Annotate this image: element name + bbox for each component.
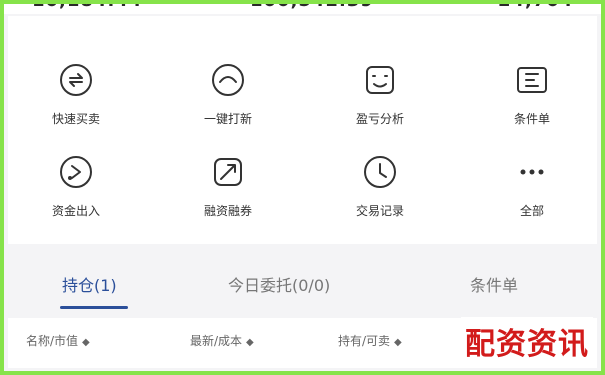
column-held-sellable-label: 持有/可卖 [338, 334, 391, 348]
tab-today-orders[interactable]: 今日委托(0/0) [228, 272, 330, 296]
grid-label-margin-trading: 融资融券 [203, 204, 252, 218]
profit-analysis-icon [360, 60, 400, 100]
conditional-order-icon [512, 60, 552, 100]
column-name-market-value-caret-icon: ◆ [82, 337, 90, 348]
tab-active-indicator [60, 306, 128, 309]
grid-item-margin-trading[interactable]: 融资融券 [168, 152, 288, 232]
column-held-sellable[interactable]: 持有/可卖 ◆ [338, 332, 402, 349]
grid-item-ipo-subscribe[interactable]: 一键打新 [168, 60, 288, 140]
grid-label-conditional-order: 条件单 [513, 112, 550, 126]
grid-item-conditional-order[interactable]: 条件单 [472, 60, 592, 140]
grid-label-more: 全部 [519, 204, 544, 218]
more-icon [512, 152, 552, 192]
fund-transfer-icon [56, 152, 96, 192]
column-name-market-value[interactable]: 名称/市值 ◆ [26, 332, 90, 349]
grid-item-trade-record[interactable]: 交易记录 [320, 152, 440, 232]
margin-trading-icon [208, 152, 248, 192]
ipo-subscribe-icon [208, 60, 248, 100]
grid-label-profit-analysis: 盈亏分析 [355, 112, 404, 126]
grid-label-ipo-subscribe: 一键打新 [203, 112, 252, 126]
tab-conditional-orders[interactable]: 条件单 [470, 272, 518, 296]
tab-bar: 持仓(1) 今日委托(0/0) 条件单 [8, 258, 597, 318]
column-held-sellable-caret-icon: ◆ [394, 337, 402, 348]
grid-item-quick-trade[interactable]: 快速买卖 [16, 60, 136, 140]
grid-label-fund-transfer: 资金出入 [51, 204, 100, 218]
watermark-text: 配资资讯 [461, 317, 593, 365]
tab-holdings[interactable]: 持仓(1) [62, 272, 117, 296]
column-latest-cost-caret-icon: ◆ [246, 337, 254, 348]
grid-item-profit-analysis[interactable]: 盈亏分析 [320, 60, 440, 140]
summary-values: 10,184.44 100,542.39 24,704 [0, 0, 605, 14]
column-latest-cost[interactable]: 最新/成本 ◆ [190, 332, 254, 349]
summary-value-3: 24,704 [498, 0, 574, 11]
trade-record-icon [360, 152, 400, 192]
grid-label-trade-record: 交易记录 [355, 204, 404, 218]
action-grid: 快速买卖 一键打新 盈亏分析 条件单 资金出入 融资融券 交易记录 全部 [8, 16, 597, 244]
grid-label-quick-trade: 快速买卖 [51, 112, 100, 126]
grid-item-fund-transfer[interactable]: 资金出入 [16, 152, 136, 232]
summary-value-1: 10,184.44 [32, 0, 143, 11]
grid-item-more[interactable]: 全部 [472, 152, 592, 232]
summary-value-2: 100,542.39 [250, 0, 374, 11]
column-latest-cost-label: 最新/成本 [190, 334, 243, 348]
column-name-market-value-label: 名称/市值 [26, 334, 79, 348]
quick-trade-icon [56, 60, 96, 100]
